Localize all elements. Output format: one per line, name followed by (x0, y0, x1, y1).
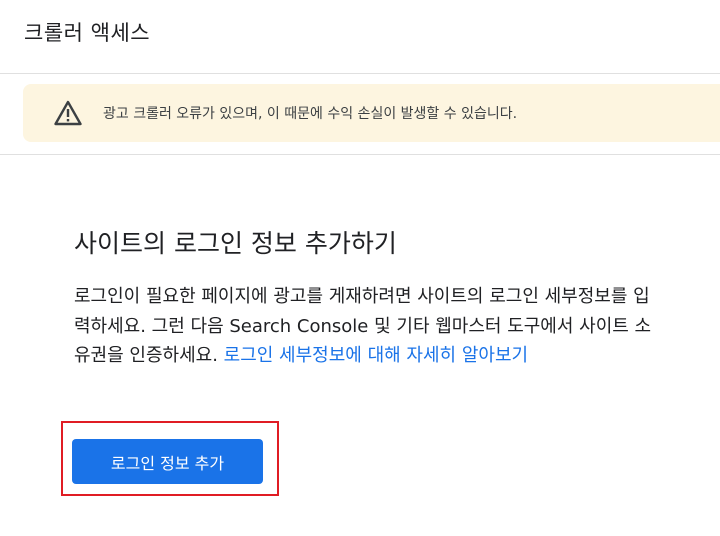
learn-more-link[interactable]: 로그인 세부정보에 대해 자세히 알아보기 (224, 345, 528, 366)
divider (0, 154, 720, 155)
section-description: 로그인이 필요한 페이지에 광고를 게재하려면 사이트의 로그인 세부정보를 입… (74, 282, 664, 371)
page-header: 크롤러 액세스 (0, 0, 720, 74)
warning-triangle-icon (54, 100, 82, 126)
warning-message: 광고 크롤러 오류가 있으며, 이 때문에 수익 손실이 발생할 수 있습니다. (103, 106, 518, 122)
add-login-info-button[interactable]: 로그인 정보 추가 (72, 439, 263, 484)
page-title: 크롤러 액세스 (24, 21, 151, 45)
section-title: 사이트의 로그인 정보 추가하기 (74, 229, 397, 258)
warning-banner: 광고 크롤러 오류가 있으며, 이 때문에 수익 손실이 발생할 수 있습니다. (23, 84, 720, 142)
page: 크롤러 액세스 광고 크롤러 오류가 있으며, 이 때문에 수익 손실이 발생할… (0, 0, 720, 536)
